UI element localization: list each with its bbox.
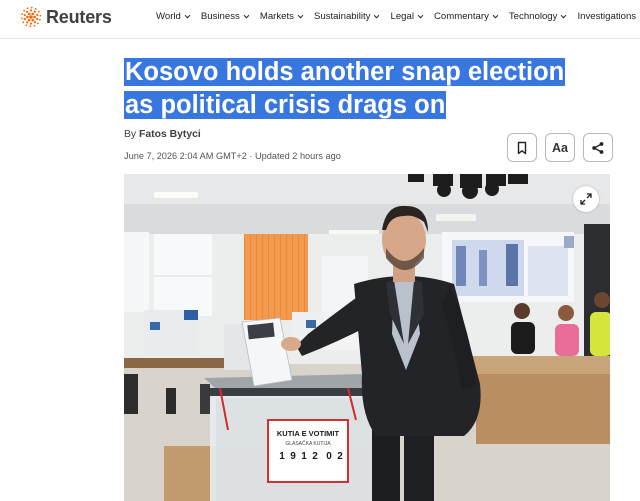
logo-dot xyxy=(23,13,26,17)
article-headline: Kosovo holds another snap election as po… xyxy=(124,56,594,122)
logo-dot xyxy=(33,15,36,19)
article-tools: Aa xyxy=(507,133,613,162)
byline-prefix: By xyxy=(124,129,137,140)
nav-label: Investigations xyxy=(577,11,637,22)
text-size-button[interactable]: Aa xyxy=(545,133,575,162)
nav-item-technology[interactable]: Technology xyxy=(509,11,568,22)
nav-item-sustainability[interactable]: Sustainability xyxy=(314,11,381,22)
logo-dot xyxy=(37,10,40,13)
nav-item-markets[interactable]: Markets xyxy=(260,11,304,22)
ballot-box-digit-5: 0 xyxy=(326,451,332,462)
logo-dot xyxy=(29,22,33,25)
bookmark-icon xyxy=(517,141,527,154)
ballot-box-sublabel: GLASAČKA KUTIJA xyxy=(285,440,331,447)
logo-dot xyxy=(29,9,33,12)
logo-dot xyxy=(33,21,37,24)
chevron-down-icon xyxy=(561,14,567,19)
reuters-logo[interactable]: Reuters xyxy=(20,5,112,29)
nav-item-world[interactable]: World xyxy=(156,11,191,22)
logo-dot xyxy=(20,17,23,20)
logo-dot xyxy=(39,14,42,17)
nav-item-legal[interactable]: Legal xyxy=(390,11,424,22)
ballot-box-digit-4: 2 xyxy=(312,451,318,462)
chevron-down-icon xyxy=(297,14,304,19)
logo-dot xyxy=(34,7,37,10)
logo-dot xyxy=(26,15,29,19)
logo-dot xyxy=(36,13,39,16)
nav-item-business[interactable]: Business xyxy=(201,11,250,22)
nav-label: Markets xyxy=(259,11,294,22)
ballot-box-digit-6: 2 xyxy=(337,451,343,462)
share-button[interactable] xyxy=(583,133,613,162)
headline-selected-text[interactable]: Kosovo holds another snap election as po… xyxy=(124,58,566,119)
logo-dot xyxy=(36,22,39,25)
logo-dot xyxy=(26,21,29,24)
nav-label: Business xyxy=(200,11,240,22)
ballot-box-digit-3: 1 xyxy=(301,451,307,462)
chevron-down-icon xyxy=(492,14,499,19)
ballot-box-digit-1: 1 xyxy=(279,451,285,462)
ballot-box-digit-2: 9 xyxy=(290,451,296,462)
nav-label: Sustainability xyxy=(313,11,371,22)
logo-dot xyxy=(33,24,36,27)
ballot-box-label: KUTIA E VOTIMIT xyxy=(277,429,340,438)
byline: By Fatos Bytyci xyxy=(124,129,201,140)
main-nav: World Business Markets Sustainability Le… xyxy=(156,11,636,22)
nav-label: Legal xyxy=(390,11,414,22)
chevron-down-icon xyxy=(243,14,250,19)
logo-dot xyxy=(21,13,23,16)
logo-dot xyxy=(39,18,41,21)
logo-dot xyxy=(25,24,28,27)
logo-dot xyxy=(26,7,29,10)
article-photo[interactable]: KUTIA E VOTIMIT GLASAČKA KUTIJA 1 9 1 2 … xyxy=(124,174,610,501)
logo-dot xyxy=(27,12,31,16)
nav-label: Commentary xyxy=(433,11,489,22)
nav-item-commentary[interactable]: Commentary xyxy=(434,11,499,22)
chevron-down-icon xyxy=(184,14,191,19)
logo-dot xyxy=(27,18,31,22)
site-header: Reuters World Business Markets Sustainab… xyxy=(0,0,640,39)
logo-dot xyxy=(29,15,33,19)
publish-date: June 7, 2026 2:04 AM GMT+2 · Updated 2 h… xyxy=(124,151,341,161)
chevron-down-icon xyxy=(417,14,424,19)
bookmark-button[interactable] xyxy=(507,133,537,162)
text-size-label: Aa xyxy=(552,140,568,155)
author-link[interactable]: Fatos Bytyci xyxy=(139,129,201,140)
logo-dot xyxy=(31,12,35,16)
nav-label: World xyxy=(156,11,181,22)
reuters-dot-logo-icon xyxy=(20,6,42,28)
logo-text: Reuters xyxy=(46,6,112,27)
nav-label: Technology xyxy=(508,11,558,22)
chevron-down-icon xyxy=(374,14,380,19)
polling-station-photo: KUTIA E VOTIMIT GLASAČKA KUTIJA 1 9 1 2 … xyxy=(124,174,610,501)
logo-dot xyxy=(23,9,26,12)
logo-dot xyxy=(30,6,33,9)
logo-dot xyxy=(23,18,26,21)
logo-dot xyxy=(25,10,29,13)
logo-dot xyxy=(36,17,39,21)
logo-dot xyxy=(29,25,32,28)
logo-dot xyxy=(33,10,36,13)
logo-dot xyxy=(22,21,25,24)
expand-icon xyxy=(580,193,592,205)
nav-item-investigations[interactable]: Investigations xyxy=(577,11,636,22)
logo-dot xyxy=(31,18,35,22)
expand-photo-button[interactable] xyxy=(573,186,599,212)
share-icon xyxy=(592,141,604,154)
